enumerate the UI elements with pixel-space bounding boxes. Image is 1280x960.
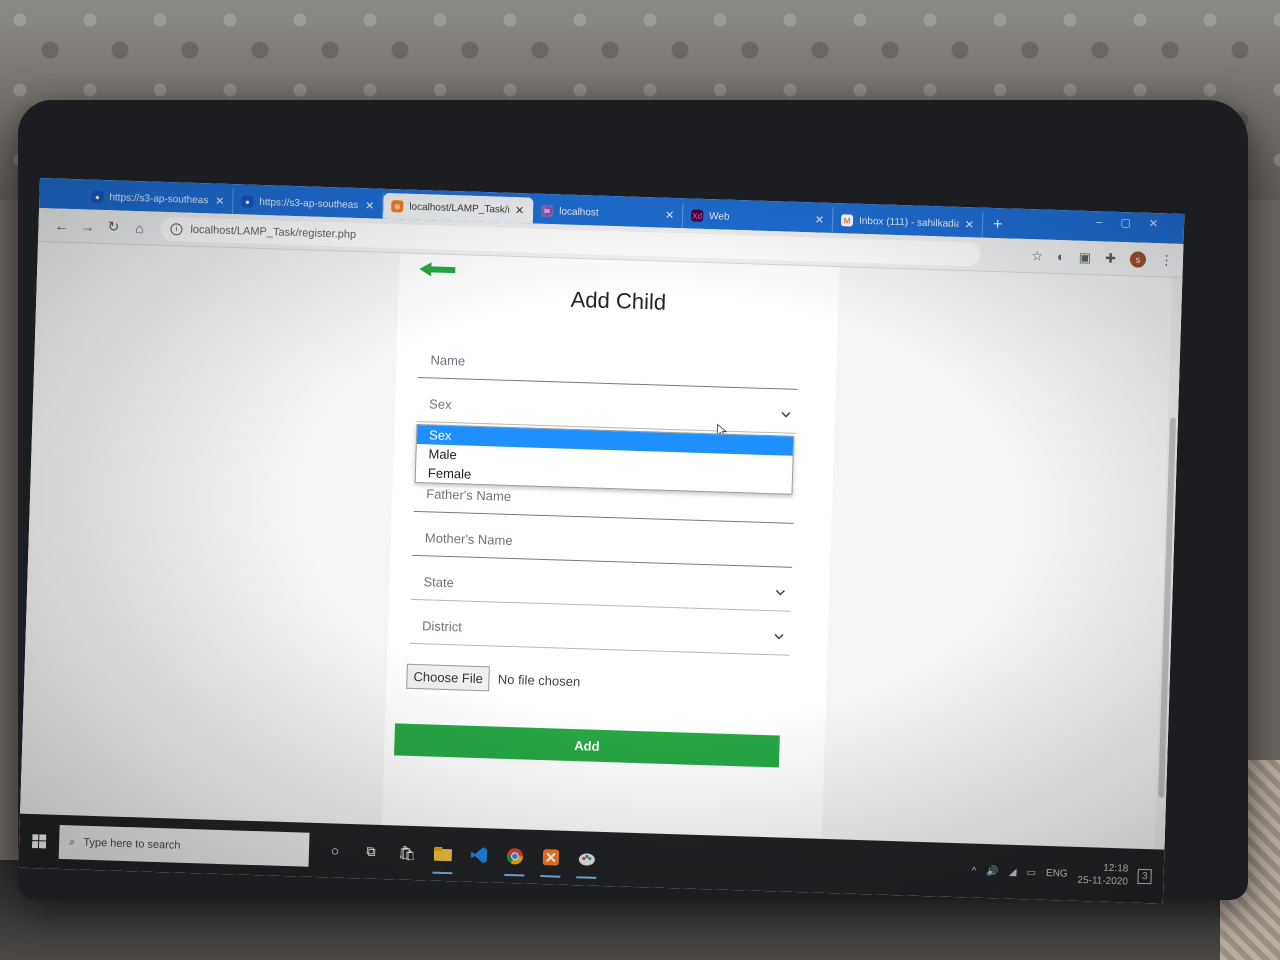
chevron-down-icon	[781, 411, 791, 418]
back-arrow-icon[interactable]	[417, 260, 458, 279]
tab-title: Inbox (111) - sahilkadia	[858, 215, 959, 230]
tab-title: localhost/LAMP_Task/re	[409, 201, 510, 216]
back-icon[interactable]: ←	[48, 217, 74, 234]
clock-date: 25-11-2020	[1077, 874, 1129, 888]
chevron-down-icon	[775, 589, 785, 596]
new-tab-button[interactable]: +	[983, 212, 1013, 239]
form-card: Add Child Name Sex Sex Male Female Fathe…	[381, 253, 840, 839]
forward-icon[interactable]: →	[74, 218, 100, 235]
wifi-icon[interactable]: ◢	[1009, 866, 1017, 877]
info-icon[interactable]: i	[170, 222, 183, 235]
close-icon[interactable]: ✕	[665, 208, 675, 221]
tab-title: localhost	[559, 205, 599, 219]
windows-icon	[31, 834, 47, 849]
state-select[interactable]: State	[410, 563, 792, 612]
add-button[interactable]: Add	[394, 723, 780, 768]
address-bar-url: localhost/LAMP_Task/register.php	[190, 223, 357, 241]
taskbar-search-placeholder: Type here to search	[83, 836, 181, 852]
name-placeholder: Name	[430, 352, 466, 369]
page-background: Add Child Name Sex Sex Male Female Fathe…	[20, 241, 1173, 850]
notification-count: 3	[1141, 870, 1148, 882]
vscode-icon[interactable]	[467, 843, 492, 868]
state-placeholder: State	[423, 574, 455, 591]
task-view-icon[interactable]: ⧉	[359, 839, 384, 864]
district-select[interactable]: District	[409, 607, 791, 656]
file-status: No file chosen	[497, 671, 581, 690]
pocket-icon[interactable]: ▣	[1079, 249, 1092, 265]
windows-start-button[interactable]	[18, 814, 60, 869]
gmail-icon: M	[840, 214, 854, 227]
store-icon[interactable]: 🛍	[395, 840, 420, 865]
avatar[interactable]: s	[1129, 250, 1147, 268]
xampp-icon[interactable]	[539, 845, 564, 870]
home-icon[interactable]: ⌂	[126, 219, 152, 236]
tab-title: https://s3-ap-southeas	[109, 191, 209, 206]
globe-icon: ●	[91, 190, 104, 203]
taskbar-search[interactable]: ⌕ Type here to search	[58, 824, 310, 867]
xampp-icon: ⊗	[391, 200, 404, 213]
xd-icon: Xd	[690, 209, 704, 222]
chrome-icon[interactable]	[503, 844, 528, 869]
choose-file-button[interactable]: Choose File	[406, 663, 491, 692]
sex-placeholder: Sex	[428, 396, 452, 413]
page-title: Add Child	[570, 286, 667, 315]
district-placeholder: District	[421, 618, 463, 635]
mother-name-placeholder: Mother's Name	[424, 530, 513, 549]
tab-title: Web	[708, 210, 730, 223]
father-name-placeholder: Father's Name	[426, 486, 512, 504]
notification-icon[interactable]: 3	[1137, 868, 1152, 884]
close-icon[interactable]: ✕	[815, 213, 825, 226]
close-icon[interactable]: ✕	[515, 203, 525, 216]
file-input: Choose File No file chosen	[406, 663, 581, 694]
file-explorer-icon[interactable]	[431, 842, 456, 867]
window-controls[interactable]: –▢✕	[1096, 215, 1176, 230]
sex-dropdown-list: Sex Male Female	[414, 423, 795, 495]
reload-icon[interactable]: ↻	[100, 218, 127, 236]
taskbar-apps: ○ ⧉ 🛍	[323, 838, 600, 871]
search-icon: ⌕	[68, 835, 76, 848]
close-icon[interactable]: ✕	[365, 199, 375, 212]
tab-title: https://s3-ap-southeas	[259, 196, 359, 211]
clock[interactable]: 12:18 25-11-2020	[1077, 861, 1128, 889]
mother-name-field[interactable]: Mother's Name	[412, 519, 794, 568]
chevron-up-icon[interactable]: ^	[972, 865, 977, 876]
globe-icon: ●	[241, 195, 254, 208]
puzzle-icon[interactable]: ✚	[1105, 250, 1116, 266]
toolbar-icons: ☆ ◐ ▣ ✚ s ⋮	[1031, 248, 1173, 268]
battery-icon[interactable]: ▭	[1026, 867, 1036, 878]
language-indicator[interactable]: ENG	[1046, 867, 1068, 879]
cortana-icon[interactable]: ○	[323, 838, 348, 863]
extension-icon[interactable]: ◐	[1057, 249, 1065, 264]
close-icon[interactable]: ✕	[965, 218, 975, 231]
close-icon[interactable]: ✕	[215, 194, 225, 207]
name-field[interactable]: Name	[417, 341, 799, 390]
system-tray: ^ 🔊 ◢ ▭ ENG 12:18 25-11-2020 3	[971, 858, 1164, 890]
chevron-down-icon	[774, 633, 784, 640]
paint-icon[interactable]	[575, 846, 600, 871]
menu-icon[interactable]: ⋮	[1160, 252, 1173, 268]
volume-icon[interactable]: 🔊	[986, 866, 999, 877]
phpmyadmin-icon: ♒	[541, 204, 554, 218]
laptop-screen: ● https://s3-ap-southeas ✕ ● https://s3-…	[18, 178, 1185, 904]
star-icon[interactable]: ☆	[1031, 248, 1043, 264]
